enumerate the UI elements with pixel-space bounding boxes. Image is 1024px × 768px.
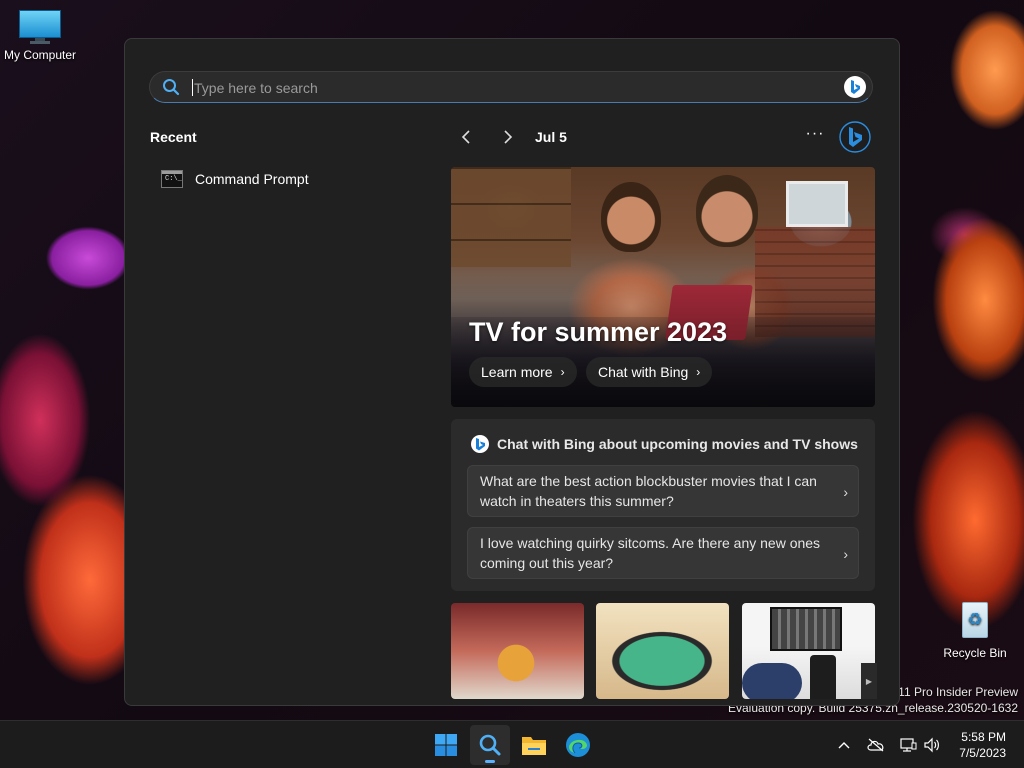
chat-suggestion-text: What are the best action blockbuster mov… bbox=[480, 473, 817, 509]
chevron-right-icon: › bbox=[843, 484, 848, 500]
thumbnail-popcorn-theater[interactable] bbox=[451, 603, 584, 699]
desktop-icon-label: My Computer bbox=[3, 48, 77, 62]
edge-button[interactable] bbox=[558, 725, 598, 765]
clock-time: 5:58 PM bbox=[961, 730, 1006, 744]
search-icon bbox=[163, 79, 180, 96]
thumbnail-row: ▶ bbox=[451, 603, 899, 703]
learn-more-button[interactable]: Learn more › bbox=[469, 357, 577, 387]
bing-icon bbox=[471, 435, 489, 453]
recent-heading: Recent bbox=[150, 129, 197, 145]
text-caret bbox=[192, 79, 193, 96]
highlights-date: Jul 5 bbox=[535, 129, 567, 145]
chat-suggestion-text: I love watching quirky sitcoms. Are ther… bbox=[480, 535, 821, 571]
cloud-offline-icon bbox=[867, 738, 884, 752]
search-panel: Recent C:\_ Command Prompt Jul 5 ··· TV … bbox=[124, 38, 900, 706]
chat-card-heading-text: Chat with Bing about upcoming movies and… bbox=[497, 436, 858, 452]
show-hidden-icons-button[interactable] bbox=[834, 735, 854, 755]
chevron-up-icon bbox=[838, 742, 850, 749]
chevron-left-icon bbox=[461, 130, 470, 144]
search-box[interactable] bbox=[149, 71, 873, 103]
taskbar-clock[interactable]: 5:58 PM 7/5/2023 bbox=[959, 729, 1006, 761]
highlights-nav: Jul 5 ··· bbox=[451, 121, 875, 153]
learn-more-label: Learn more bbox=[481, 364, 553, 380]
edge-icon bbox=[566, 733, 590, 757]
previous-button[interactable] bbox=[453, 125, 481, 149]
search-icon bbox=[479, 734, 501, 756]
network-button[interactable] bbox=[898, 735, 918, 755]
start-icon bbox=[435, 734, 457, 756]
volume-button[interactable] bbox=[922, 735, 942, 755]
onedrive-button[interactable] bbox=[866, 735, 886, 755]
chat-card-heading: Chat with Bing about upcoming movies and… bbox=[471, 435, 858, 453]
hero-title: TV for summer 2023 bbox=[469, 317, 728, 347]
file-explorer-icon bbox=[522, 737, 546, 755]
chat-suggestion[interactable]: I love watching quirky sitcoms. Are ther… bbox=[467, 527, 859, 579]
taskbar: 5:58 PM 7/5/2023 bbox=[0, 720, 1024, 768]
hero-card[interactable]: TV for summer 2023 Learn more › Chat wit… bbox=[451, 167, 875, 407]
clock-date: 7/5/2023 bbox=[959, 746, 1006, 760]
bing-chat-card: Chat with Bing about upcoming movies and… bbox=[451, 419, 875, 591]
search-input[interactable] bbox=[192, 77, 836, 99]
taskbar-search-button[interactable] bbox=[470, 725, 510, 765]
file-explorer-button[interactable] bbox=[514, 725, 554, 765]
bing-logo-button[interactable] bbox=[839, 121, 871, 153]
bing-chat-button[interactable] bbox=[844, 76, 866, 98]
chevron-right-icon: › bbox=[696, 365, 701, 379]
recycle-bin-icon: ♻ bbox=[958, 598, 992, 638]
recent-item-label: Command Prompt bbox=[195, 171, 309, 187]
next-button[interactable] bbox=[493, 125, 521, 149]
start-button[interactable] bbox=[426, 725, 466, 765]
command-prompt-icon: C:\_ bbox=[161, 170, 183, 188]
speaker-icon bbox=[924, 737, 939, 753]
chat-with-bing-button[interactable]: Chat with Bing › bbox=[586, 357, 713, 387]
computer-icon bbox=[19, 10, 61, 44]
thumbnail-foosball-table[interactable] bbox=[596, 603, 729, 699]
thumbnail-tv-remote[interactable] bbox=[742, 603, 875, 699]
bing-icon bbox=[851, 80, 860, 94]
chat-suggestion[interactable]: What are the best action blockbuster mov… bbox=[467, 465, 859, 517]
desktop-icon-recycle-bin[interactable]: ♻ Recycle Bin bbox=[935, 598, 1015, 660]
chevron-right-icon bbox=[504, 130, 513, 144]
watermark-line-1: s 11 Pro Insider Preview bbox=[888, 685, 1018, 699]
scroll-right-button[interactable]: ▶ bbox=[861, 663, 877, 699]
desktop-icon-label: Recycle Bin bbox=[943, 646, 1007, 660]
desktop-icon-my-computer[interactable]: My Computer bbox=[0, 10, 80, 62]
more-options-button[interactable]: ··· bbox=[801, 123, 829, 151]
recent-item-command-prompt[interactable]: C:\_ Command Prompt bbox=[151, 163, 431, 195]
network-icon bbox=[900, 738, 917, 752]
chevron-right-icon: › bbox=[560, 365, 565, 379]
chat-with-bing-label: Chat with Bing bbox=[598, 364, 689, 380]
chevron-right-icon: › bbox=[843, 546, 848, 562]
